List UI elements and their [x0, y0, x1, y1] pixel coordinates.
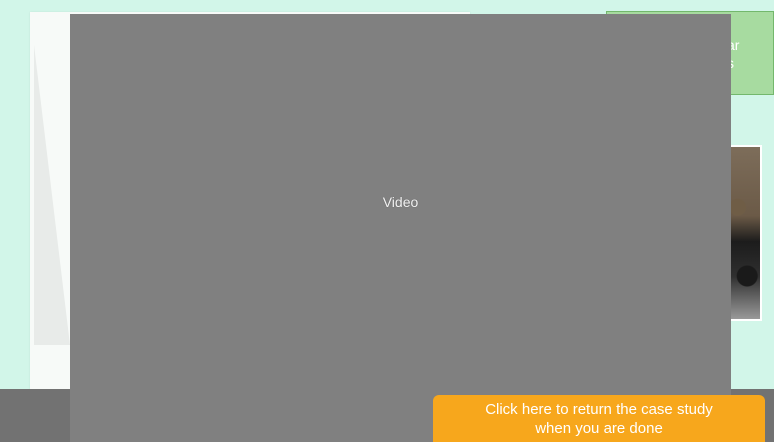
return-button-line-2: when you are done — [535, 420, 663, 437]
page-curl-shadow — [34, 45, 70, 345]
green-card-text-line-2: s — [727, 54, 773, 72]
video-placeholder-label: Video — [382, 194, 419, 210]
slide-photo — [726, 145, 762, 321]
return-to-case-study-button[interactable]: Click here to return the case study when… — [433, 395, 765, 442]
green-card-text-line-1: ar — [727, 37, 740, 53]
return-button-line-1: Click here to return the case study — [485, 401, 713, 418]
video-player[interactable]: Video — [70, 14, 731, 442]
